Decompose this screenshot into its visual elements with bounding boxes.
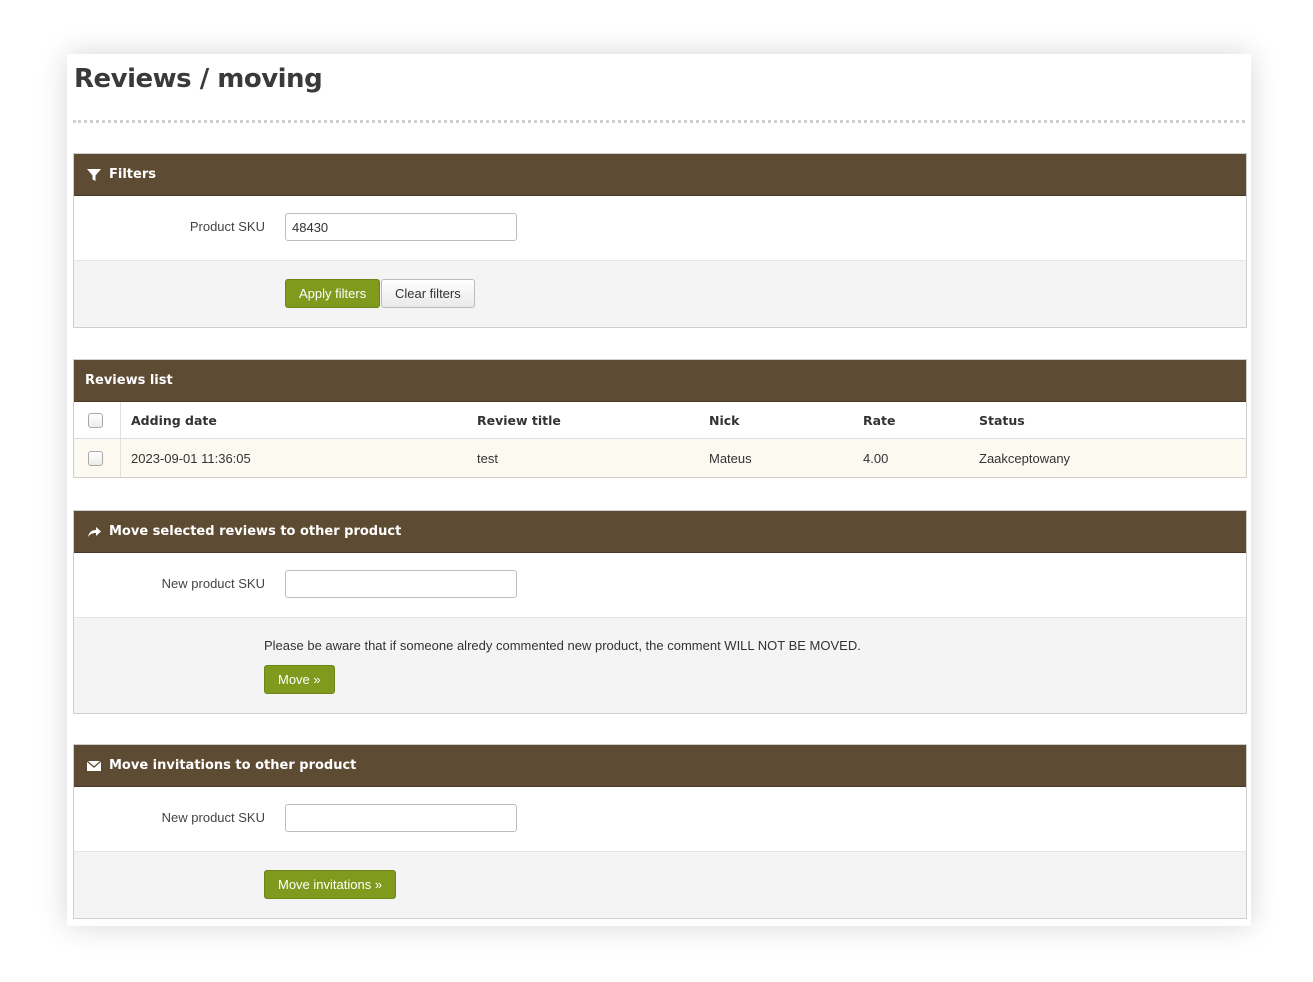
cell-date: 2023-09-01 11:36:05: [120, 438, 467, 477]
move-reviews-actions: Please be aware that if someone alredy c…: [74, 618, 1246, 713]
new-sku-input[interactable]: [285, 570, 517, 598]
page-title: Reviews / moving: [74, 64, 323, 94]
reviews-header: Reviews list: [74, 360, 1246, 402]
share-arrow-icon: [85, 523, 103, 541]
move-reviews-header: Move selected reviews to other product: [74, 511, 1246, 553]
column-header[interactable]: Nick: [699, 402, 853, 439]
main-card: Reviews / moving Filters Product SKU App…: [67, 54, 1251, 926]
reviews-table: Adding date Review title Nick Rate Statu…: [74, 402, 1246, 477]
filters-title: Filters: [109, 167, 156, 182]
title-divider: [73, 120, 1245, 123]
new-sku-label: New product SKU: [161, 576, 265, 591]
invitations-sku-input[interactable]: [285, 804, 517, 832]
table-row: 2023-09-01 11:36:05 test Mateus 4.00 Zaa…: [74, 438, 1246, 477]
select-all-checkbox[interactable]: [88, 413, 103, 428]
product-sku-label: Product SKU: [189, 219, 265, 234]
clear-filters-button[interactable]: Clear filters: [381, 279, 475, 308]
reviews-title: Reviews list: [85, 373, 173, 388]
move-invitations-title: Move invitations to other product: [109, 758, 357, 773]
column-header[interactable]: Rate: [853, 402, 969, 439]
filters-header: Filters: [74, 154, 1246, 196]
move-invitations-header: Move invitations to other product: [74, 745, 1246, 787]
cell-title: test: [467, 438, 699, 477]
select-all-cell: [74, 402, 121, 439]
product-sku-row: Product SKU: [74, 196, 1246, 261]
new-sku-row: New product SKU: [74, 553, 1246, 618]
move-invitations-panel: Move invitations to other product New pr…: [73, 744, 1247, 919]
cell-rate: 4.00: [853, 438, 969, 477]
row-select-cell: [74, 438, 121, 477]
move-reviews-panel: Move selected reviews to other product N…: [73, 510, 1247, 714]
move-warning-note: Please be aware that if someone alredy c…: [264, 638, 861, 653]
table-header-row: Adding date Review title Nick Rate Statu…: [74, 402, 1246, 439]
column-header[interactable]: Status: [969, 402, 1246, 439]
invitations-sku-row: New product SKU: [74, 787, 1246, 852]
invitations-sku-label: New product SKU: [161, 810, 265, 825]
apply-filters-button[interactable]: Apply filters: [285, 279, 381, 308]
row-checkbox[interactable]: [88, 451, 103, 467]
filter-icon: [85, 166, 103, 184]
move-reviews-title: Move selected reviews to other product: [109, 524, 402, 539]
envelope-icon: [85, 757, 103, 775]
move-invitations-actions: Move invitations »: [74, 852, 1246, 918]
product-sku-input[interactable]: [285, 213, 517, 241]
column-header[interactable]: Review title: [467, 402, 699, 439]
filters-panel: Filters Product SKU Apply filters Clear …: [73, 153, 1247, 328]
move-button[interactable]: Move »: [264, 665, 335, 694]
filters-actions: Apply filters Clear filters: [74, 261, 1246, 327]
reviews-panel: Reviews list Adding date Review title Ni…: [73, 359, 1247, 478]
cell-nick: Mateus: [699, 438, 853, 477]
column-header[interactable]: Adding date: [120, 402, 467, 439]
move-invitations-button[interactable]: Move invitations »: [264, 870, 397, 899]
cell-status: Zaakceptowany: [969, 438, 1246, 477]
